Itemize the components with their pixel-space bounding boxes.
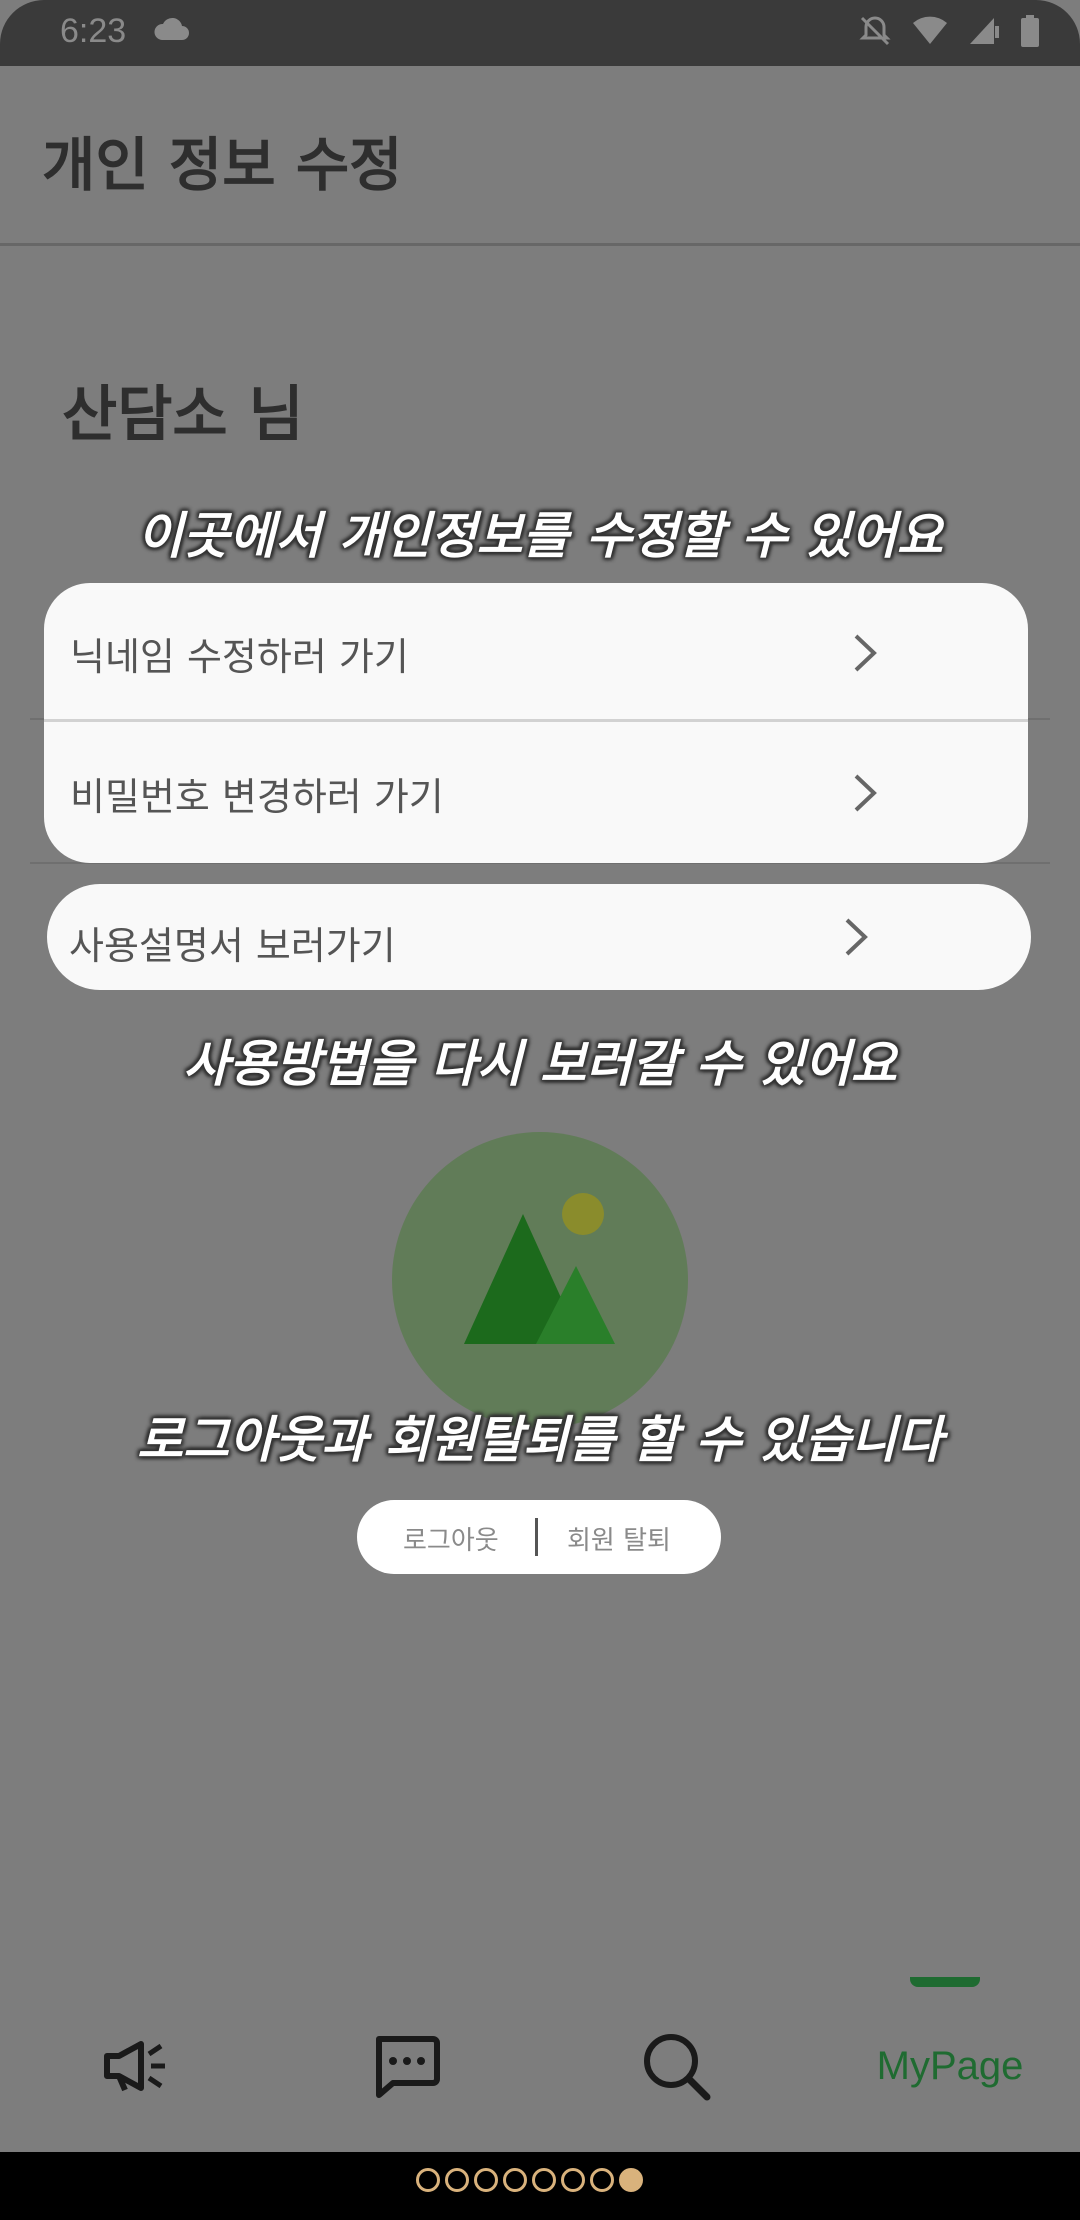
page-dot: [561, 2168, 585, 2192]
hint-edit-info: 이곳에서 개인정보를 수정할 수 있어요: [137, 507, 943, 565]
page-dot: [590, 2168, 614, 2192]
battery-icon: [1021, 15, 1039, 47]
divider: [535, 1518, 538, 1556]
password-change-row[interactable]: 비밀번호 변경하러 가기: [44, 723, 1028, 863]
page-dot-active: [619, 2168, 643, 2192]
image-placeholder-icon: [392, 1132, 688, 1428]
manual-label: 사용설명서 보러가기: [69, 924, 396, 968]
hint-manual: 사용방법을 다시 보러갈 수 있어요: [183, 1035, 897, 1093]
page-dot: [474, 2168, 498, 2192]
page-dot: [503, 2168, 527, 2192]
chevron-right-icon: [854, 774, 877, 812]
nav-notice[interactable]: [96, 2026, 176, 2106]
page-indicator: [416, 2168, 643, 2192]
divider: [44, 719, 1028, 722]
header-divider: [0, 243, 1080, 246]
page-dot: [445, 2168, 469, 2192]
nav-chat[interactable]: [366, 2026, 446, 2106]
search-icon: [644, 2034, 711, 2101]
status-icons: [858, 14, 1040, 48]
nav-active-indicator: [910, 1977, 980, 1987]
account-actions: 로그아웃 회원 탈퇴: [357, 1500, 721, 1574]
status-bar: 6:23: [0, 0, 1080, 66]
nav-mypage[interactable]: MyPage: [860, 2026, 1040, 2106]
notifications-off-icon: [859, 16, 891, 46]
password-change-label: 비밀번호 변경하러 가기: [70, 774, 444, 819]
nav-search[interactable]: [636, 2026, 716, 2106]
page-indicator-bar: [0, 2152, 1080, 2220]
hint-account: 로그아웃과 회원탈퇴를 할 수 있습니다: [137, 1411, 943, 1469]
nickname-edit-row[interactable]: 닉네임 수정하러 가기: [44, 583, 1028, 723]
page-dot: [416, 2168, 440, 2192]
page-title: 개인 정보 수정: [42, 131, 403, 199]
logout-button[interactable]: 로그아웃: [403, 1520, 499, 1557]
chevron-right-icon: [854, 634, 877, 672]
user-name: 산담소 님: [62, 380, 304, 450]
wifi-icon: [913, 16, 947, 44]
page-dot: [532, 2168, 556, 2192]
nickname-edit-label: 닉네임 수정하러 가기: [70, 634, 409, 679]
cloud-icon: [154, 17, 189, 40]
signal-icon: [970, 18, 999, 44]
manual-row[interactable]: 사용설명서 보러가기: [47, 884, 1031, 990]
status-time: 6:23: [60, 12, 127, 50]
account-settings-card: 닉네임 수정하러 가기 비밀번호 변경하러 가기: [44, 583, 1028, 863]
megaphone-icon: [104, 2041, 165, 2092]
withdraw-button[interactable]: 회원 탈퇴: [567, 1520, 671, 1557]
chat-icon: [376, 2036, 440, 2098]
chevron-right-icon: [845, 918, 868, 956]
